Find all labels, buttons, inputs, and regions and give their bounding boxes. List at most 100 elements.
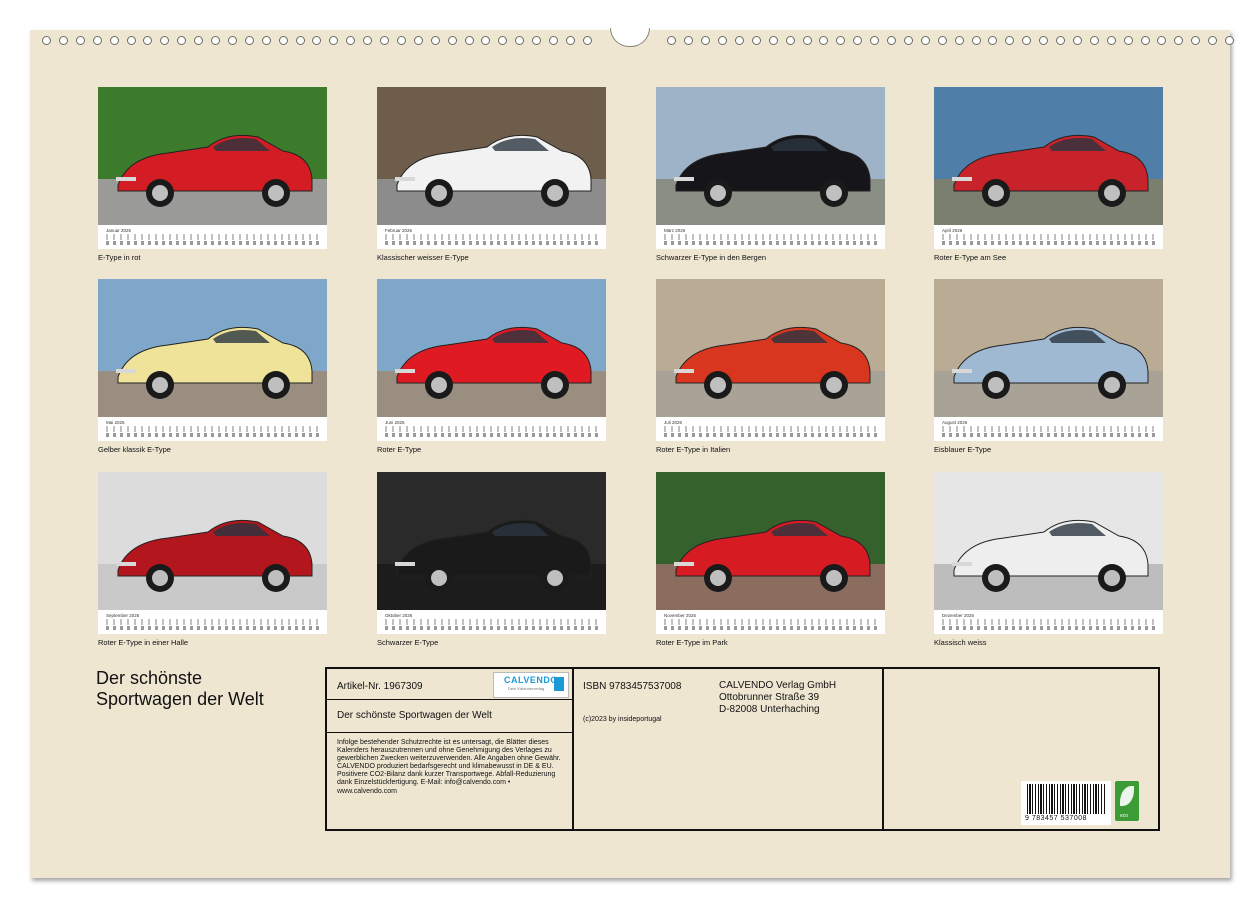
binding-ring — [1225, 36, 1234, 45]
month-tile: September 2026 Roter E-Type in einer Hall… — [98, 472, 327, 648]
binding-ring — [515, 36, 525, 45]
binding-ring — [582, 36, 592, 45]
binding-ring — [1072, 36, 1082, 45]
day-number-row — [664, 241, 879, 245]
month-calendar-strip: Mai 2026 — [98, 417, 327, 441]
day-number-row — [664, 626, 879, 630]
binding-ring — [802, 36, 812, 45]
barcode-bars — [1027, 784, 1105, 814]
weekday-row — [385, 234, 600, 240]
day-number-row — [664, 433, 879, 437]
month-tile: Februar 2026 Klassischer weisser E-Type — [377, 87, 606, 263]
binding-ring — [565, 36, 575, 45]
publisher-address: CALVENDO Verlag GmbH Ottobrunner Straße … — [719, 680, 836, 716]
binding-ring — [1191, 36, 1201, 45]
publisher-city: D-82008 Unterhaching — [719, 704, 820, 715]
weekday-row — [942, 426, 1157, 432]
month-label: März 2026 — [664, 228, 686, 233]
month-label: November 2026 — [664, 613, 697, 618]
weekday-row — [664, 234, 879, 240]
binding-ring — [329, 36, 339, 45]
calvendo-logo: CALVENDO Dein Kalenderverlag — [493, 672, 569, 698]
binding-ring — [887, 36, 896, 45]
month-calendar-strip: April 2026 — [934, 225, 1163, 249]
month-label: Juli 2026 — [664, 420, 683, 425]
binding-ring — [261, 36, 271, 45]
month-tile: April 2026 Roter E-Type am See — [934, 87, 1163, 263]
logo-flag-icon — [554, 677, 564, 691]
binding-ring — [684, 36, 694, 45]
day-number-row — [942, 626, 1157, 630]
divider — [327, 732, 572, 733]
binding-ring — [413, 36, 423, 45]
binding-ring — [1174, 36, 1184, 45]
binding-ring — [363, 36, 373, 45]
car-photo — [656, 472, 885, 610]
title-line-2: Sportwagen der Welt — [96, 689, 264, 709]
binding-ring — [295, 36, 305, 45]
day-number-row — [385, 626, 600, 630]
binding-ring — [937, 36, 947, 45]
binding-ring — [177, 36, 187, 45]
binding-ring — [768, 36, 778, 45]
month-label: Februar 2026 — [385, 228, 413, 233]
binding-ring — [532, 36, 542, 45]
binding-ring — [1039, 36, 1049, 45]
day-number-row — [942, 433, 1157, 437]
binding-ring — [903, 36, 913, 45]
binding-ring — [819, 36, 829, 45]
calendar-sheet: Januar 2026 E-Type in rot Februar 2026 Klas… — [30, 28, 1234, 878]
barcode-digits: 9 783457 537008 — [1025, 815, 1087, 822]
car-photo — [98, 87, 327, 225]
month-caption: Roter E-Type am See — [934, 253, 1007, 262]
car-photo — [934, 279, 1163, 417]
day-number-row — [385, 433, 600, 437]
divider — [882, 669, 884, 829]
month-label: Januar 2026 — [106, 228, 132, 233]
month-calendar-strip: August 2026 — [934, 417, 1163, 441]
month-calendar-strip: Februar 2026 — [377, 225, 606, 249]
car-photo — [656, 279, 885, 417]
binding-ring — [718, 36, 727, 45]
month-caption: Klassisch weiss — [934, 638, 987, 647]
binding-ring — [734, 36, 744, 45]
month-caption: E-Type in rot — [98, 253, 141, 262]
binding-ring — [211, 36, 220, 45]
month-label: September 2026 — [106, 613, 140, 618]
weekday-row — [664, 426, 879, 432]
month-calendar-strip: Januar 2026 — [98, 225, 327, 249]
binding-ring — [1022, 36, 1032, 45]
month-tile: August 2026 Eisblauer E-Type — [934, 279, 1163, 455]
day-number-row — [942, 241, 1157, 245]
divider — [572, 669, 574, 829]
binding-ring — [1157, 36, 1167, 45]
binding-ring — [785, 36, 795, 45]
binding-ring — [58, 36, 68, 45]
car-photo — [656, 87, 885, 225]
weekday-row — [385, 426, 600, 432]
binding-ring — [464, 36, 474, 45]
binding-ring — [667, 36, 677, 45]
month-tile: Juli 2026 Roter E-Type in Italien — [656, 279, 885, 455]
isbn: ISBN 9783457537008 — [583, 681, 682, 692]
copyright: (c)2023 by insideportugal — [583, 716, 662, 723]
binding-ring — [853, 36, 863, 45]
month-caption: Roter E-Type — [377, 445, 422, 454]
day-number-row — [106, 241, 321, 245]
binding-ring — [1140, 36, 1150, 45]
month-caption: Schwarzer E-Type in den Bergen — [656, 253, 767, 262]
month-caption: Roter E-Type in einer Halle — [98, 638, 189, 647]
binding-ring — [751, 36, 761, 45]
month-calendar-strip: Dezember 2026 — [934, 610, 1163, 634]
logo-name: CALVENDO — [504, 675, 558, 685]
binding-ring — [194, 36, 204, 45]
month-tile: Juni 2026 Roter E-Type — [377, 279, 606, 455]
car-photo — [98, 279, 327, 417]
weekday-row — [106, 234, 321, 240]
binding-ring — [143, 36, 153, 45]
leaf-icon — [1120, 786, 1134, 806]
binding-ring — [1208, 36, 1218, 45]
car-photo — [934, 472, 1163, 610]
binding-ring — [430, 36, 440, 45]
month-caption: Roter E-Type im Park — [656, 638, 728, 647]
